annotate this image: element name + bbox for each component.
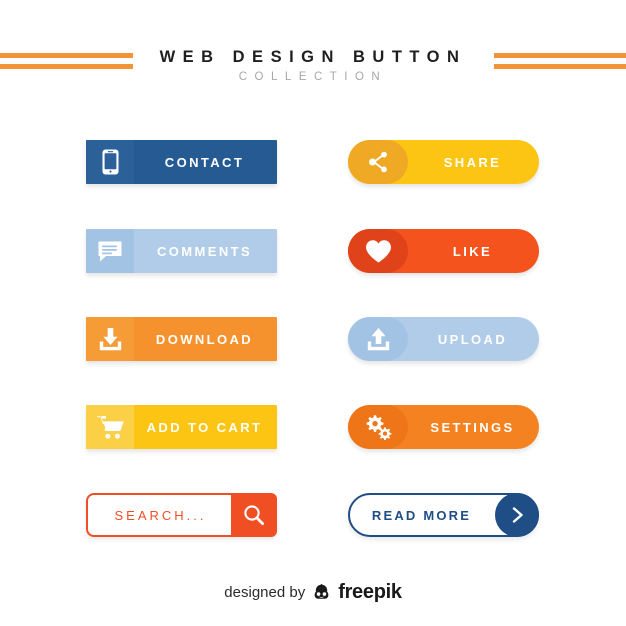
button-slot-settings: SETTINGS <box>348 405 539 449</box>
read-more-arrow-button[interactable] <box>495 493 539 537</box>
settings-button[interactable]: SETTINGS <box>348 405 539 449</box>
footer-attribution: designed by freepik <box>0 581 626 604</box>
upload-button-label: UPLOAD <box>437 331 508 347</box>
download-button[interactable]: DOWNLOAD <box>86 317 277 361</box>
page-title: WEB DESIGN BUTTON <box>159 48 467 66</box>
freepik-face-icon <box>312 583 331 602</box>
footer-brand-name: freepik <box>338 581 402 603</box>
button-slot-comments: COMMENTS <box>86 229 277 273</box>
contact-button-label: CONTACT <box>164 154 245 170</box>
button-slot-add-to-cart: ADD TO CART <box>86 405 277 449</box>
button-slot-search: SEARCH... <box>86 493 277 537</box>
button-slot-download: DOWNLOAD <box>86 317 277 361</box>
share-button[interactable]: SHARE <box>348 140 539 184</box>
search-button[interactable] <box>231 493 277 537</box>
like-button-label: LIKE <box>452 243 493 259</box>
button-slot-read-more: READ MORE <box>348 493 539 537</box>
upload-button[interactable]: UPLOAD <box>348 317 539 361</box>
settings-button-label: SETTINGS <box>430 419 515 435</box>
page-header: WEB DESIGN BUTTON COLLECTION <box>0 0 626 112</box>
download-arrow-icon <box>86 317 134 361</box>
comments-button[interactable]: COMMENTS <box>86 229 277 273</box>
download-button-label: DOWNLOAD <box>155 331 254 347</box>
like-button[interactable]: LIKE <box>348 229 539 273</box>
mobile-phone-icon <box>86 140 134 184</box>
gears-icon <box>348 405 408 449</box>
share-button-label: SHARE <box>443 154 502 170</box>
chevron-right-icon <box>512 507 523 523</box>
read-more-button[interactable]: READ MORE <box>348 493 539 537</box>
button-slot-share: SHARE <box>348 140 539 184</box>
button-slot-contact: CONTACT <box>86 140 277 184</box>
comments-button-label: COMMENTS <box>156 243 253 259</box>
add-to-cart-button-label: ADD TO CART <box>146 419 263 435</box>
share-nodes-icon <box>348 140 408 184</box>
button-slot-like: LIKE <box>348 229 539 273</box>
button-slot-upload: UPLOAD <box>348 317 539 361</box>
contact-button[interactable]: CONTACT <box>86 140 277 184</box>
heart-icon <box>348 229 408 273</box>
magnifier-icon <box>244 505 265 526</box>
add-to-cart-button[interactable]: ADD TO CART <box>86 405 277 449</box>
upload-arrow-icon <box>348 317 408 361</box>
shopping-cart-icon <box>86 405 134 449</box>
speech-bubble-icon <box>86 229 134 273</box>
footer-designed-by-label: designed by <box>224 584 306 601</box>
search-input[interactable]: SEARCH... <box>86 493 231 537</box>
search-field[interactable]: SEARCH... <box>86 493 277 537</box>
page-subtitle: COLLECTION <box>238 71 388 83</box>
read-more-button-label: READ MORE <box>371 507 472 523</box>
